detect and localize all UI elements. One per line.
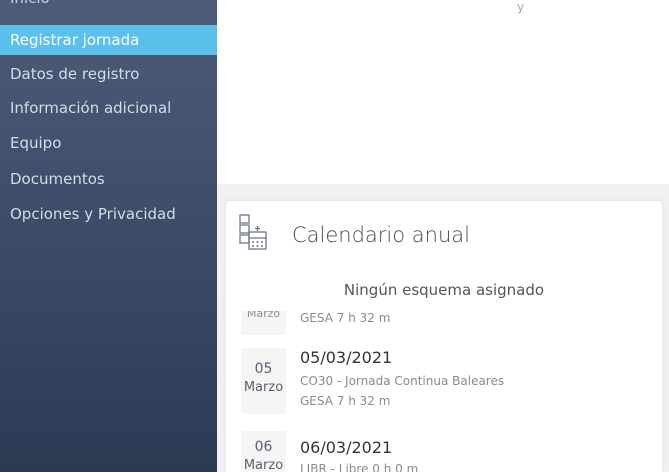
calendar-entry[interactable]: 06 Marzo 06/03/2021 LIBR - Libre 0 h 0 m <box>226 431 662 472</box>
entry-day: 05 <box>254 361 273 377</box>
entry-schedule-line: GESA 7 h 32 m <box>300 311 391 325</box>
calendar-card: Calendario anual Ningún esquema asignado… <box>226 201 662 472</box>
day-box: 05 Marzo <box>241 348 286 414</box>
entry-date: 05/03/2021 <box>300 348 393 367</box>
calendar-title: Calendario anual <box>292 223 470 247</box>
entry-month: Marzo <box>243 458 284 472</box>
sidebar-item-informacion-adicional[interactable]: Información adicional <box>0 93 217 123</box>
entry-clip-mask <box>226 301 662 311</box>
entry-schedule-line: GESA 7 h 32 m <box>300 394 391 408</box>
entry-date: 06/03/2021 <box>300 438 393 457</box>
top-panel-fragment: y <box>517 0 525 14</box>
sidebar: Inicio Registrar jornada Datos de regist… <box>0 0 217 472</box>
sidebar-item-inicio[interactable]: Inicio <box>0 0 217 13</box>
top-panel: y <box>217 0 669 184</box>
day-box: 06 Marzo <box>241 431 286 472</box>
sidebar-item-documentos[interactable]: Documentos <box>0 164 217 194</box>
sidebar-item-registrar-jornada[interactable]: Registrar jornada <box>0 25 217 55</box>
entry-shift-line: CO30 - Jornada Continua Baleares <box>300 374 505 388</box>
no-scheme-message: Ningún esquema asignado <box>343 281 545 299</box>
calendar-grid-icon <box>239 214 267 250</box>
entry-day: 06 <box>254 439 273 455</box>
entry-shift-line: LIBR - Libre 0 h 0 m <box>300 462 419 472</box>
calendar-entry[interactable]: 05 Marzo 05/03/2021 CO30 - Jornada Conti… <box>226 341 662 415</box>
sidebar-item-equipo[interactable]: Equipo <box>0 128 217 158</box>
entry-month: Marzo <box>243 380 284 395</box>
sidebar-item-opciones-privacidad[interactable]: Opciones y Privacidad <box>0 199 217 229</box>
sidebar-item-datos-de-registro[interactable]: Datos de registro <box>0 59 217 89</box>
